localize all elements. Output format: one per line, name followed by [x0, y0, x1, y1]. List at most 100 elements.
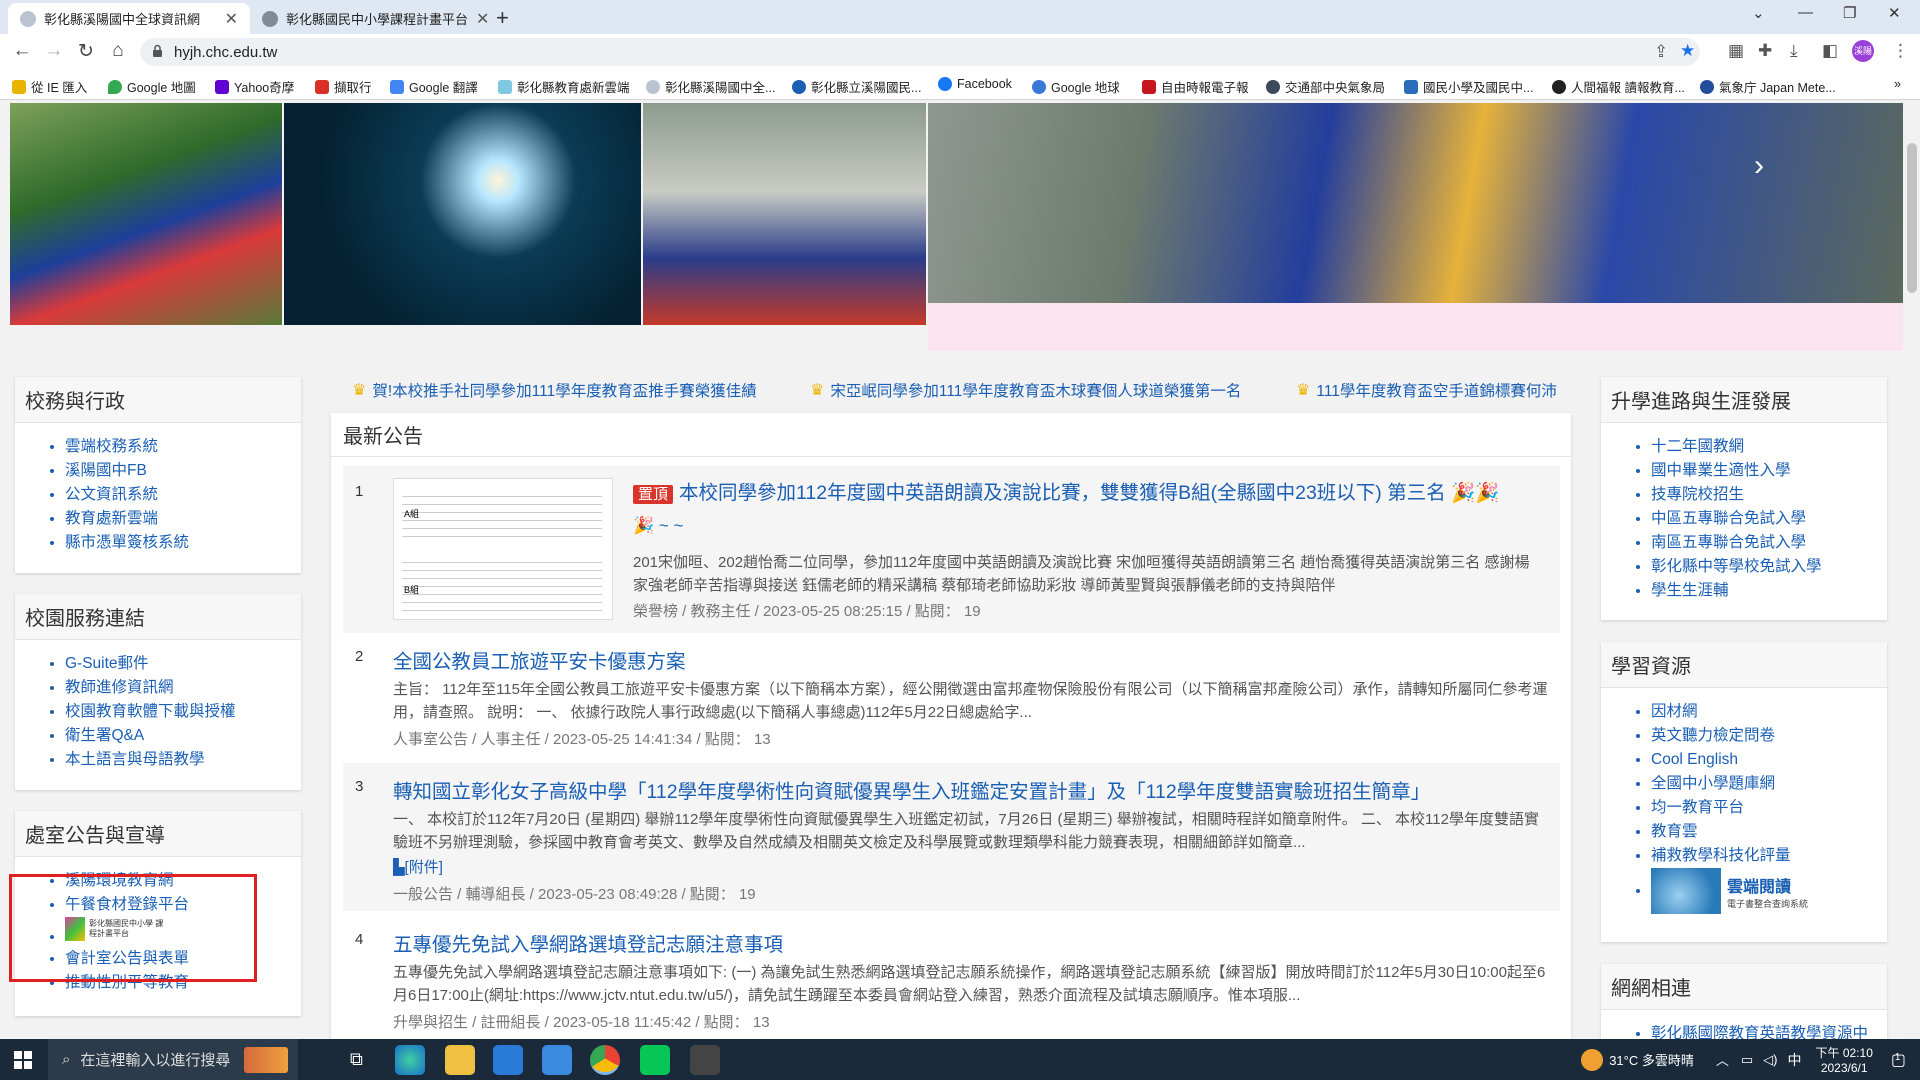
bookmark-item[interactable]: 彰化縣教育處新雲端 — [498, 77, 630, 96]
line-icon[interactable] — [640, 1045, 670, 1075]
address-bar[interactable]: hyjh.chc.edu.tw ⇪ ★ — [140, 38, 1700, 66]
link-item[interactable]: 教育處新雲端 — [65, 507, 301, 531]
mail-icon[interactable] — [542, 1045, 572, 1075]
link-item[interactable]: 技專院校招生 — [1651, 483, 1887, 507]
reload-icon[interactable]: ↻ — [74, 40, 98, 63]
download-icon[interactable]: ⤓ — [1790, 41, 1798, 61]
cloud-read-logo-icon — [1651, 868, 1721, 914]
profile-avatar[interactable]: 溪陽 — [1852, 40, 1874, 62]
page-scrollbar[interactable] — [1903, 101, 1920, 1039]
weather-text[interactable]: 31°C 多雲時晴 — [1609, 1050, 1694, 1069]
bookmark-item[interactable]: 交通部中央氣象局 — [1266, 77, 1385, 96]
link-item[interactable]: Cool English — [1651, 748, 1887, 772]
link-item[interactable]: 中區五專聯合免試入學 — [1651, 507, 1887, 531]
news-meta: 榮譽榜 / 教務主任 / 2023-05-25 08:25:15 / 點閱： 1… — [633, 603, 981, 620]
menu-kebab-icon[interactable]: ⋮ — [1892, 41, 1909, 61]
link-item[interactable]: 學生生涯輔 — [1651, 579, 1887, 603]
puzzle-icon[interactable]: ✚ — [1758, 41, 1772, 61]
bookmark-item[interactable]: Google 地球 — [1032, 77, 1120, 96]
bookmark-star-icon[interactable]: ★ — [1680, 41, 1695, 61]
snipping-tool-icon[interactable] — [690, 1045, 720, 1075]
marquee-item[interactable]: ♛ 賀!本校推手社同學參加111學年度教育盃推手賽榮獲佳績 — [352, 379, 757, 401]
notification-icon[interactable]: ▢ 1 — [1891, 1050, 1906, 1070]
link-item[interactable]: 英文聽力檢定問卷 — [1651, 724, 1887, 748]
side-panel-icon[interactable]: ◧ — [1822, 41, 1838, 61]
new-tab-icon[interactable]: + — [496, 5, 509, 31]
file-explorer-icon[interactable] — [445, 1045, 475, 1075]
news-title-link[interactable]: 轉知國立彰化女子高級中學「112學年度學術性向資賦優異學生入班鑑定安置計畫」及「… — [393, 775, 1430, 804]
back-icon[interactable]: ← — [10, 40, 34, 62]
close-tab-icon[interactable]: ✕ — [225, 9, 238, 29]
news-title-continued[interactable]: 🎉 ~ ~ — [633, 516, 684, 536]
windows-start-icon[interactable] — [14, 1051, 32, 1069]
minimize-icon[interactable]: — — [1798, 4, 1813, 21]
bookmark-item[interactable]: 國民小學及國民中... — [1404, 77, 1533, 96]
forward-icon[interactable]: → — [42, 40, 66, 62]
link-item[interactable]: 全國中小學題庫網 — [1651, 772, 1887, 796]
close-tab-icon[interactable]: ✕ — [476, 9, 489, 29]
link-item[interactable]: 溪陽國中FB — [65, 459, 301, 483]
bookmark-item[interactable]: 彰化縣溪陽國中全... — [646, 77, 775, 96]
news-thumbnail[interactable]: A組 B組 — [393, 478, 613, 620]
tab-search-chevron-icon[interactable]: ⌄ — [1752, 4, 1765, 22]
chrome-icon[interactable] — [590, 1045, 620, 1075]
link-item[interactable]: 南區五專聯合免試入學 — [1651, 531, 1887, 555]
bookmark-item[interactable]: Google 地圖 — [108, 77, 196, 96]
more-bookmarks-icon[interactable]: » — [1894, 77, 1901, 91]
bookmark-item[interactable]: Google 翻譯 — [390, 77, 478, 96]
link-item[interactable]: 國中畢業生適性入學 — [1651, 459, 1887, 483]
bookmark-item[interactable]: Yahoo奇摩 — [215, 77, 294, 96]
news-title-link[interactable]: 置頂 本校同學參加112年度國中英語朗讀及演說比賽，雙雙獲得B組(全縣國中23班以… — [633, 476, 1500, 505]
link-item[interactable]: 雲端校務系統 — [65, 435, 301, 459]
news-body: 主旨： 112年至115年全國公教員工旅遊平安卡優惠方案（以下簡稱本方案），經公… — [393, 681, 1548, 721]
edge-icon[interactable] — [395, 1045, 425, 1075]
store-icon[interactable] — [493, 1045, 523, 1075]
clock-time: 下午 02:10 — [1815, 1046, 1873, 1060]
link-item[interactable]: 校園教育軟體下載與授權 — [65, 700, 301, 724]
home-icon[interactable]: ⌂ — [106, 40, 130, 62]
link-item[interactable]: 雲端閱讀 電子書整合查詢系統 — [1651, 868, 1887, 926]
restore-icon[interactable]: ❐ — [1843, 4, 1856, 22]
tab-curriculum-platform[interactable]: 彰化縣國民中小學課程計畫平台 ✕ — [250, 3, 490, 34]
news-title-link[interactable]: 五專優先免試入學網路選填登記志願注意事項 — [393, 928, 783, 957]
scrollbar-thumb[interactable] — [1907, 143, 1917, 293]
share-icon[interactable]: ⇪ — [1654, 42, 1668, 62]
bookmark-item[interactable]: 擷取行 — [315, 77, 372, 96]
link-item[interactable]: 因材網 — [1651, 700, 1887, 724]
bookmark-item[interactable]: 氣象庁 Japan Mete... — [1700, 77, 1836, 96]
bookmark-item[interactable]: 自由時報電子報 — [1142, 77, 1249, 96]
tray-chevron-icon[interactable]: ︿ — [1716, 1050, 1729, 1069]
link-item[interactable]: 縣市憑單簽核系統 — [65, 531, 301, 555]
ime-indicator[interactable]: 中 — [1788, 1050, 1802, 1070]
carousel-next-icon[interactable]: › — [1754, 149, 1764, 183]
link-item[interactable]: 教育雲 — [1651, 820, 1887, 844]
link-item[interactable]: 彰化縣中等學校免試入學 — [1651, 555, 1887, 579]
taskbar-search[interactable]: ⌕ 在這裡輸入以進行搜尋 — [48, 1039, 298, 1080]
news-title-link[interactable]: 全國公教員工旅遊平安卡優惠方案 — [393, 645, 686, 674]
link-item[interactable]: 本土語言與母語教學 — [65, 748, 301, 772]
link-item[interactable]: 補救教學科技化評量 — [1651, 844, 1887, 868]
bookmark-item[interactable]: 彰化縣立溪陽國民... — [792, 77, 921, 96]
cloud-read-banner[interactable]: 雲端閱讀 電子書整合查詢系統 — [1651, 868, 1808, 914]
clock[interactable]: 下午 02:10 2023/6/1 — [1816, 1044, 1873, 1075]
link-item[interactable]: 公文資訊系統 — [65, 483, 301, 507]
link-item[interactable]: G-Suite郵件 — [65, 652, 301, 676]
marquee-item[interactable]: ♛ 111學年度教育盃空手道錦標賽何沛 — [1296, 379, 1570, 401]
network-icon[interactable]: ▭ — [1741, 1052, 1753, 1068]
weather-icon[interactable] — [1581, 1048, 1604, 1071]
bookmark-item[interactable]: Facebook — [938, 77, 1012, 91]
link-item[interactable]: 十二年國教網 — [1651, 435, 1887, 459]
link-item[interactable]: 彰化縣國際教育英語教學資源中 — [1651, 1022, 1887, 1039]
link-item[interactable]: 教師進修資訊網 — [65, 676, 301, 700]
bookmark-item[interactable]: 從 IE 匯入 — [12, 77, 87, 96]
task-view-icon[interactable]: ⧉ — [350, 1049, 363, 1070]
marquee-item[interactable]: ♛ 宋亞岷同學參加111學年度教育盃木球賽個人球道榮獲第一名 — [810, 379, 1241, 401]
attachment-link[interactable]: ▙[附件] — [393, 856, 443, 877]
close-window-icon[interactable]: ✕ — [1888, 4, 1901, 22]
extension-icon[interactable]: ▦ — [1728, 41, 1744, 61]
link-item[interactable]: 均一教育平台 — [1651, 796, 1887, 820]
tab-school-site[interactable]: 彰化縣溪陽國中全球資訊網 ✕ — [8, 3, 250, 34]
volume-icon[interactable]: ◁) — [1763, 1052, 1777, 1068]
link-item[interactable]: 衛生署Q&A — [65, 724, 301, 748]
bookmark-item[interactable]: 人間福報 讀報教育... — [1552, 77, 1685, 96]
